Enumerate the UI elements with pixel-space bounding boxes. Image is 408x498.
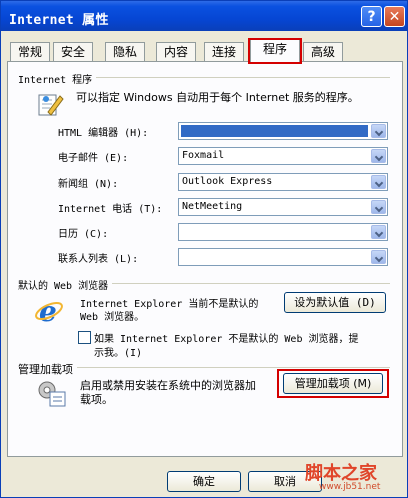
tab-content[interactable]: 内容 (156, 42, 196, 61)
chevron-down-icon[interactable] (371, 200, 386, 214)
tab-strip: 常规 安全 隐私 内容 连接 程序 高级 (7, 39, 403, 62)
prompt-default-line2: 示我。(I) (94, 348, 143, 359)
tab-panel: Internet 程序 可以指定 Windows 自动用于每个 Internet… (7, 61, 403, 457)
chevron-down-icon[interactable] (371, 250, 386, 264)
browser-status-line2: Web 浏览器。 (80, 312, 145, 323)
internet-call-label: Internet 电话 (T): (58, 204, 163, 215)
manage-addons-button[interactable]: 管理加载项 (M) (283, 373, 383, 394)
tab-connections[interactable]: 连接 (204, 42, 244, 61)
email-value: Foxmail (182, 150, 225, 161)
internet-properties-window: Internet 属性 ? ✕ 常规 安全 隐私 内容 连接 程序 高级 Int… (0, 0, 408, 498)
browser-group-title: 默认的 Web 浏览器 (18, 277, 113, 292)
html-editor-selection (181, 125, 368, 137)
window-title: Internet 属性 (9, 13, 109, 28)
contacts-select[interactable] (178, 248, 388, 266)
tab-general[interactable]: 常规 (10, 42, 50, 61)
programs-tab-highlight (248, 38, 302, 64)
set-default-button[interactable]: 设为默认值 (D) (284, 292, 386, 313)
ok-button[interactable]: 确定 (167, 471, 241, 492)
title-bar: Internet 属性 ? ✕ (1, 1, 407, 31)
site-watermark: 脚本之家 www.jb51.net (257, 455, 407, 497)
programs-group-title: Internet 程序 (18, 71, 97, 86)
tab-privacy[interactable]: 隐私 (105, 42, 145, 61)
html-editor-label: HTML 编辑器 (H): (58, 128, 149, 139)
email-select[interactable]: Foxmail (178, 147, 388, 165)
chevron-down-icon[interactable] (371, 225, 386, 239)
newsgroup-select[interactable]: Outlook Express (178, 173, 388, 191)
tab-security[interactable]: 安全 (53, 42, 93, 61)
calendar-label: 日历 (C): (58, 229, 109, 240)
tab-advanced[interactable]: 高级 (303, 42, 343, 61)
email-label: 电子邮件 (E): (58, 153, 129, 164)
addons-description-line2: 载项。 (80, 393, 113, 406)
chevron-down-icon[interactable] (371, 149, 386, 163)
addons-icon (38, 381, 66, 407)
newsgroup-label: 新闻组 (N): (58, 179, 119, 190)
addons-group-title: 管理加载项 (18, 361, 77, 377)
internet-call-value: NetMeeting (182, 201, 243, 212)
prompt-default-line1: 如果 Internet Explorer 不是默认的 Web 浏览器，提 (94, 334, 359, 345)
contacts-label: 联系人列表 (L): (58, 254, 139, 265)
watermark-url: www.jb51.net (319, 482, 381, 492)
html-editor-select[interactable] (178, 122, 388, 140)
svg-text:e: e (39, 296, 57, 326)
programs-description: 可以指定 Windows 自动用于每个 Internet 服务的程序。 (76, 91, 359, 104)
programs-icon (38, 94, 64, 116)
help-button[interactable]: ? (361, 6, 382, 27)
newsgroup-value: Outlook Express (182, 176, 273, 187)
prompt-default-checkbox[interactable] (78, 331, 91, 344)
close-button[interactable]: ✕ (384, 6, 405, 27)
internet-call-select[interactable]: NetMeeting (178, 198, 388, 216)
chevron-down-icon[interactable] (371, 124, 386, 138)
calendar-select[interactable] (178, 223, 388, 241)
chevron-down-icon[interactable] (371, 175, 386, 189)
internet-explorer-icon: e (35, 296, 63, 326)
